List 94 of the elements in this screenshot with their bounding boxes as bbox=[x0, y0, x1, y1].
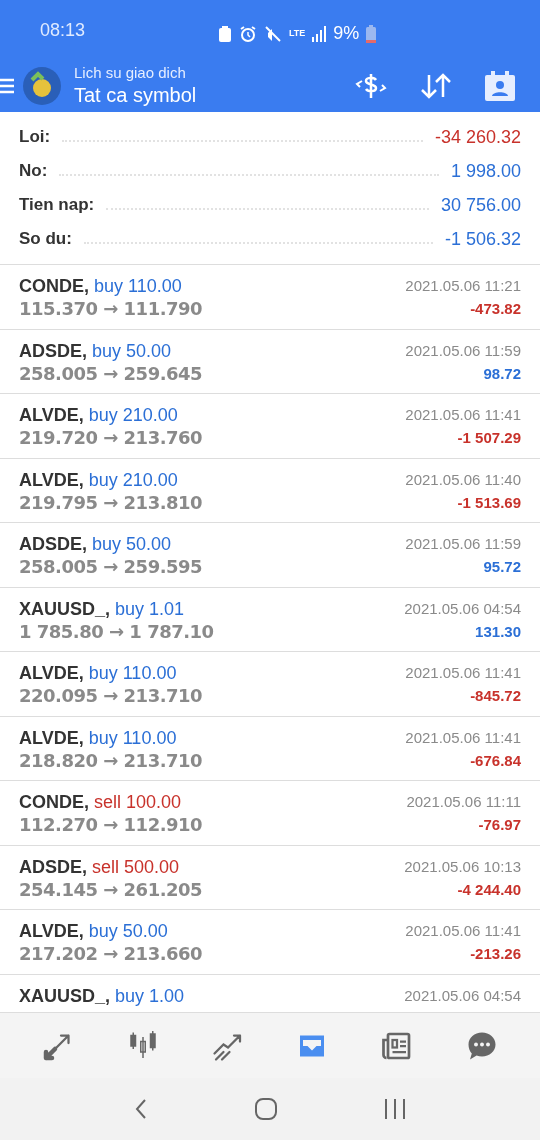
trade-profit: -676.84 bbox=[470, 750, 521, 771]
trade-row[interactable]: ALVDE, buy 110.00 220.095 → 213.710 2021.05.06 11:41 -845.72 bbox=[0, 652, 540, 717]
trade-prices: 219.720 → 213.760 bbox=[19, 426, 203, 450]
summary-value: -34 260.32 bbox=[434, 125, 521, 149]
trade-row[interactable]: ADSDE, buy 50.00 258.005 → 259.595 2021.05.06 11:59 95.72 bbox=[0, 523, 540, 588]
trade-time: 2021.05.06 04:54 bbox=[404, 598, 521, 619]
summary-value: -1 506.32 bbox=[444, 227, 521, 251]
trade-row[interactable]: ALVDE, buy 50.00 217.202 → 213.660 2021.05.06 11:41 -213.26 bbox=[0, 910, 540, 975]
summary-label: Tien nap: bbox=[19, 194, 95, 217]
recent-apps-icon[interactable] bbox=[383, 1098, 408, 1120]
trade-prices: 258.005 → 259.595 bbox=[19, 555, 203, 579]
signal-icon bbox=[312, 25, 327, 42]
trade-profit: 131.30 bbox=[475, 621, 521, 642]
trade-time: 2021.05.06 11:59 bbox=[405, 340, 521, 361]
trade-time: 2021.05.06 11:41 bbox=[405, 727, 521, 748]
trade-row[interactable]: ALVDE, buy 110.00 218.820 → 213.710 2021.05.06 11:41 -676.84 bbox=[0, 716, 540, 781]
trade-profit: 98.72 bbox=[483, 363, 521, 384]
trade-profit: -1 513.69 bbox=[457, 492, 521, 513]
trade-prices: 254.145 → 261.205 bbox=[19, 877, 203, 902]
summary-value: 1 998.00 bbox=[450, 159, 521, 183]
trade-symbol: XAUUSD_, bbox=[19, 597, 111, 620]
trade-time: 2021.05.06 11:41 bbox=[405, 921, 521, 941]
summary-label: Loi: bbox=[19, 126, 51, 149]
trade-prices: 258.005 → 259.645 bbox=[19, 361, 203, 386]
trade-order: buy 50.00 bbox=[88, 920, 168, 942]
summary-label: So du: bbox=[19, 228, 72, 251]
trade-profit: -845.72 bbox=[470, 686, 521, 706]
trade-symbol: ALVDE, bbox=[19, 662, 84, 684]
trade-profit: -1 507.29 bbox=[457, 428, 521, 448]
trade-profit: -76.97 bbox=[478, 815, 521, 835]
summary-label: No: bbox=[19, 160, 48, 183]
trade-order: buy 110.00 bbox=[94, 275, 182, 297]
status-time: 08:13 bbox=[40, 18, 86, 42]
trade-order: buy 1.01 bbox=[115, 597, 185, 620]
trade-time: 2021.05.06 11:59 bbox=[405, 534, 521, 554]
trade-time: 2021.05.06 11:40 bbox=[405, 469, 521, 490]
alarm-icon bbox=[239, 24, 257, 43]
trade-prices: 112.270 → 112.910 bbox=[19, 813, 203, 837]
menu-icon[interactable] bbox=[0, 76, 14, 96]
trade-symbol: ALVDE, bbox=[19, 404, 84, 426]
trade-order: buy 210.00 bbox=[88, 468, 178, 491]
trade-symbol: ALVDE, bbox=[19, 468, 84, 491]
trade-row[interactable]: ADSDE, sell 500.00 254.145 → 261.205 2021.05.06 10:13 -4 244.40 bbox=[0, 845, 540, 910]
trade-time: 2021.05.06 11:41 bbox=[405, 663, 521, 683]
trade-symbol: ALVDE, bbox=[19, 726, 84, 749]
trade-prices: 219.795 → 213.810 bbox=[19, 490, 203, 515]
trade-symbol: ADSDE, bbox=[19, 533, 87, 555]
trade-profit: -473.82 bbox=[470, 299, 521, 319]
trade-symbol: ADSDE, bbox=[19, 855, 87, 878]
trade-prices: 218.820 → 213.710 bbox=[19, 748, 203, 773]
trade-profit: -213.26 bbox=[470, 944, 521, 964]
trade-order: buy 1.00 bbox=[115, 984, 185, 1007]
trade-order: buy 210.00 bbox=[88, 404, 178, 426]
trade-row[interactable]: ALVDE, buy 210.00 219.720 → 213.760 2021.05.06 11:41 -1 507.29 bbox=[0, 394, 540, 459]
trade-prices: 1 785.80 → 1 787.10 bbox=[19, 619, 214, 644]
trade-prices: 217.202 → 213.660 bbox=[19, 942, 203, 966]
trade-prices: 115.370 → 111.790 bbox=[19, 297, 203, 321]
trade-time: 2021.05.06 11:21 bbox=[405, 276, 521, 296]
trade-time: 2021.05.06 04:54 bbox=[404, 985, 521, 1006]
trade-symbol: XAUUSD_, bbox=[19, 984, 111, 1007]
sort-arrows-icon[interactable] bbox=[420, 71, 452, 101]
mute-icon bbox=[264, 24, 282, 43]
trade-row[interactable]: CONDE, buy 110.00 115.370 → 111.790 2021.05.06 11:21 -473.82 bbox=[0, 265, 540, 330]
header-subtitle: Lich su giao dich bbox=[74, 64, 187, 82]
battery-saver-icon bbox=[218, 24, 232, 43]
trade-time: 2021.05.06 11:41 bbox=[405, 405, 521, 425]
trade-order: sell 100.00 bbox=[94, 791, 182, 813]
home-icon[interactable] bbox=[254, 1097, 278, 1121]
app-logo-icon bbox=[22, 66, 62, 106]
trade-symbol: CONDE, bbox=[19, 791, 89, 813]
trade-row[interactable]: XAUUSD_, buy 1.01 1 785.80 → 1 787.10 2021.05.06 04:54 131.30 bbox=[0, 587, 540, 652]
trade-time: 2021.05.06 11:11 bbox=[406, 792, 521, 812]
trade-order: buy 110.00 bbox=[88, 662, 177, 684]
trade-prices: 220.095 → 213.710 bbox=[19, 684, 203, 708]
summary-value: 30 756.00 bbox=[440, 193, 521, 217]
contact-card-icon[interactable] bbox=[484, 70, 516, 102]
header-title: Tat ca symbol bbox=[74, 83, 198, 108]
trade-row[interactable]: CONDE, sell 100.00 112.270 → 112.910 2021.05.06 11:11 -76.97 bbox=[0, 781, 540, 846]
currency-exchange-icon[interactable] bbox=[354, 71, 388, 101]
trade-time: 2021.05.06 10:13 bbox=[404, 856, 521, 877]
trade-row[interactable]: ALVDE, buy 210.00 219.795 → 213.810 2021.05.06 11:40 -1 513.69 bbox=[0, 458, 540, 523]
trade-order: buy 50.00 bbox=[92, 533, 172, 555]
trade-order: sell 500.00 bbox=[92, 855, 180, 878]
battery-percent: 9% bbox=[333, 22, 360, 45]
battery-icon bbox=[366, 24, 377, 43]
trade-profit: -4 244.40 bbox=[457, 879, 521, 900]
trade-order: buy 110.00 bbox=[88, 726, 177, 749]
trade-profit: 95.72 bbox=[483, 557, 521, 577]
trade-symbol: CONDE, bbox=[19, 275, 89, 297]
trade-row[interactable]: ADSDE, buy 50.00 258.005 → 259.645 2021.05.06 11:59 98.72 bbox=[0, 329, 540, 394]
trade-symbol: ADSDE, bbox=[19, 339, 87, 362]
trade-symbol: ALVDE, bbox=[19, 920, 84, 942]
network-type: LTE bbox=[289, 29, 306, 38]
trade-order: buy 50.00 bbox=[92, 339, 172, 362]
